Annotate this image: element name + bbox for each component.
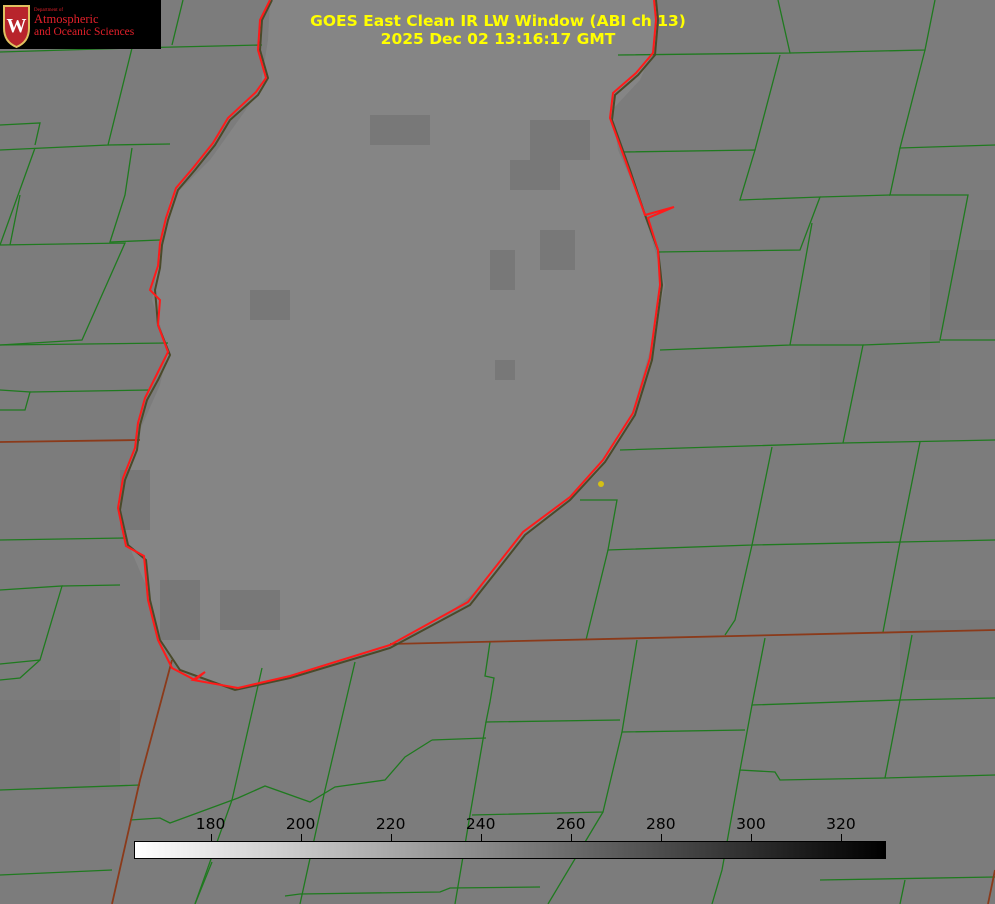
- colorbar-tick-label: 240: [465, 815, 496, 833]
- logo-line2: and Oceanic Sciences: [34, 26, 135, 39]
- colorbar-tick-mark: [660, 834, 662, 841]
- colorbar-tick-mark: [300, 834, 302, 841]
- colorbar-tick-label: 320: [826, 815, 856, 833]
- title-line-timestamp: 2025 Dec 02 13:16:17 GMT: [380, 30, 616, 48]
- colorbar-tick-mark: [210, 834, 212, 841]
- colorbar-tick-label: 200: [285, 815, 316, 833]
- image-title: GOES East Clean IR LW Window (ABI ch 13)…: [298, 12, 698, 48]
- colorbar-tick-mark: [750, 834, 752, 841]
- colorbar-tick-label: 260: [555, 815, 586, 833]
- station-marker: [598, 481, 604, 487]
- colorbar-tick-label: 300: [736, 815, 766, 833]
- logo-line1: Atmospheric: [34, 12, 99, 27]
- colorbar-tick-label: 280: [646, 815, 676, 833]
- colorbar-tick-label: 180: [195, 815, 226, 833]
- colorbar-tick-label: 220: [375, 815, 406, 833]
- map-canvas: [0, 0, 995, 904]
- colorbar-tick-mark: [840, 834, 842, 841]
- crest-letter: W: [7, 15, 27, 37]
- uw-aos-logo: W Department of Atmospheric and Oceanic …: [0, 0, 161, 49]
- title-line-product: GOES East Clean IR LW Window (ABI ch 13): [310, 12, 686, 30]
- uw-crest-icon: W: [3, 5, 30, 49]
- colorbar: [134, 841, 886, 859]
- colorbar-tick-mark: [390, 834, 392, 841]
- colorbar-tick-mark: [480, 834, 482, 841]
- colorbar-tick-mark: [570, 834, 572, 841]
- satellite-map: W Department of Atmospheric and Oceanic …: [0, 0, 995, 904]
